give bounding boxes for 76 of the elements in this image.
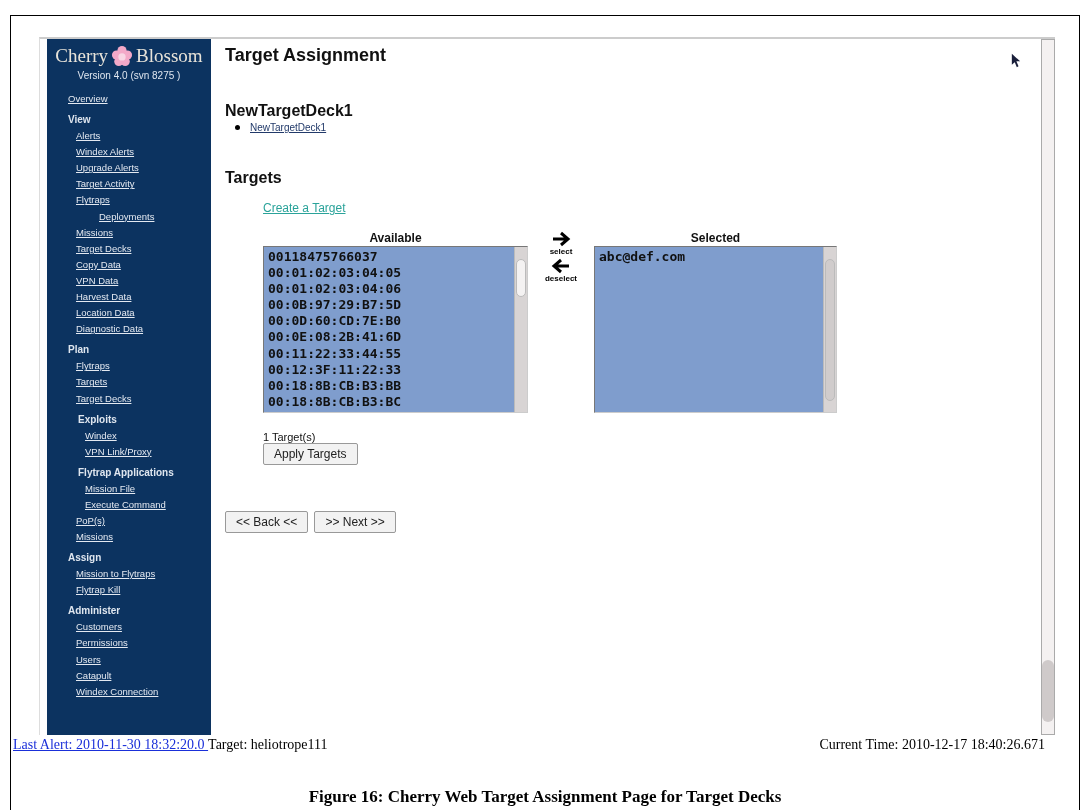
nav-link[interactable]: Users	[76, 651, 101, 668]
nav-link[interactable]: Diagnostic Data	[76, 321, 144, 338]
nav-link[interactable]: Alerts	[76, 128, 101, 145]
nav-link[interactable]: Windex Connection	[76, 683, 159, 700]
nav-link[interactable]: Target Decks	[76, 390, 132, 407]
figure-caption: Figure 16: Cherry Web Target Assignment Page for Target Decks	[307, 787, 783, 807]
logo-text: Cherry	[55, 45, 109, 67]
nav-link[interactable]: PoP(s)	[76, 512, 106, 530]
target-count: 1 Target(s)	[263, 431, 316, 443]
nav-heading: Flytrap Applications	[78, 465, 174, 480]
nav-link[interactable]: Mission File	[85, 480, 136, 497]
list-item[interactable]: 00:18:8B:CB:B3:BC	[268, 393, 510, 410]
nav-heading: Assign	[68, 551, 102, 566]
list-item[interactable]: 00:0B:97:29:B7:5D	[268, 297, 510, 314]
nav-link[interactable]: Target Decks	[76, 240, 132, 257]
nav-link[interactable]: Copy Data	[76, 256, 121, 273]
nav-link[interactable]: Harvest Data	[76, 289, 132, 306]
logo-text: Blossom	[136, 45, 203, 67]
list-item[interactable]: 00:0E:08:2B:41:6D	[268, 329, 510, 346]
nav-link[interactable]: VPN Link/Proxy	[85, 443, 152, 460]
nav-link[interactable]: Location Data	[76, 305, 135, 322]
nav-link[interactable]: Upgrade Alerts	[76, 160, 139, 177]
nav-link[interactable]: Flytraps	[76, 192, 110, 209]
nav-link[interactable]: Mission to Flytraps	[76, 566, 156, 583]
target-text: Target: heliotrope111	[208, 737, 328, 753]
nav-link[interactable]: Catapult	[76, 667, 112, 684]
nav-link[interactable]: Missions	[76, 529, 113, 546]
list-item[interactable]: 00:11:22:33:44:55	[268, 345, 510, 362]
nav-link[interactable]: VPN Data	[76, 272, 119, 290]
available-list[interactable]: 00118475766037 00:01:02:03:04:05 00:01:02:03:04:06 00:0B:97:29:B7:5D 00:0D:60:CD:7E:B0 00:0E:08:2B:41:6D 00:11:22:33:44:55 00:12:3F:11:22:33 00:18:8B:CB:B3:BB 00:18:8B:CB:B3:BC	[263, 246, 528, 413]
bullet-icon	[235, 125, 240, 130]
list-item[interactable]: 00:12:3F:11:22:33	[268, 361, 510, 378]
scrollbar[interactable]	[514, 247, 527, 412]
nav-link[interactable]: Flytrap Kill	[76, 582, 121, 599]
nav-link[interactable]: Permissions	[76, 635, 128, 652]
left-arrow-icon	[551, 258, 571, 274]
deck-heading: NewTargetDeck1	[225, 102, 354, 120]
back-button[interactable]: << Back <<	[225, 511, 309, 533]
list-label: Selected	[689, 231, 742, 245]
page-title: Target Assignment	[225, 45, 387, 66]
page-scrollbar[interactable]	[1041, 39, 1055, 735]
deselect-button[interactable]: deselect	[545, 258, 577, 283]
right-arrow-icon	[551, 231, 571, 247]
deck-link[interactable]: NewTargetDeck1	[250, 122, 327, 133]
nav-heading: Plan	[68, 343, 90, 358]
next-button[interactable]: >> Next >>	[314, 511, 396, 533]
list-item[interactable]: 00118475766037	[268, 249, 510, 266]
version-text: Version 4.0 (svn 8275 )	[76, 70, 182, 81]
list-item[interactable]: abc@def.com	[599, 249, 819, 266]
nav-link[interactable]: Windex Alerts	[76, 144, 135, 161]
selected-list[interactable]: abc@def.com	[594, 246, 837, 413]
last-alert-link[interactable]: Last Alert: 2010-11-30 18:32:20.0	[13, 737, 209, 753]
nav-link[interactable]: Overview	[68, 91, 108, 108]
nav-link[interactable]: Targets	[76, 374, 108, 391]
nav-link[interactable]: Windex	[85, 427, 117, 444]
scrollbar[interactable]	[823, 247, 836, 412]
section-heading: Targets	[225, 169, 283, 187]
nav-link[interactable]: Execute Command	[85, 496, 166, 513]
list-item[interactable]: 00:0D:60:CD:7E:B0	[268, 313, 510, 330]
apply-targets-button[interactable]: Apply Targets	[263, 443, 358, 465]
mouse-pointer-icon	[1011, 53, 1021, 68]
nav-link[interactable]: Deployments	[99, 208, 155, 225]
nav-heading: Administer	[68, 604, 121, 619]
nav-heading: View	[68, 113, 91, 128]
nav-link[interactable]: Flytraps	[76, 358, 110, 375]
select-button[interactable]: select	[549, 231, 573, 256]
list-item[interactable]: 00:01:02:03:04:06	[268, 281, 510, 298]
current-time-text: Current Time: 2010-12-17 18:40:26.671	[819, 737, 1045, 753]
nav-link[interactable]: Missions	[76, 224, 113, 241]
blossom-icon	[111, 45, 134, 67]
list-label: Available	[368, 231, 423, 245]
nav-heading: Exploits	[78, 412, 117, 427]
nav-link[interactable]: Customers	[76, 619, 122, 636]
nav-link[interactable]: Target Activity	[76, 176, 135, 193]
list-item[interactable]: 00:01:02:03:04:05	[268, 265, 510, 282]
list-item[interactable]: 00:18:8B:CB:B3:BB	[268, 377, 510, 394]
